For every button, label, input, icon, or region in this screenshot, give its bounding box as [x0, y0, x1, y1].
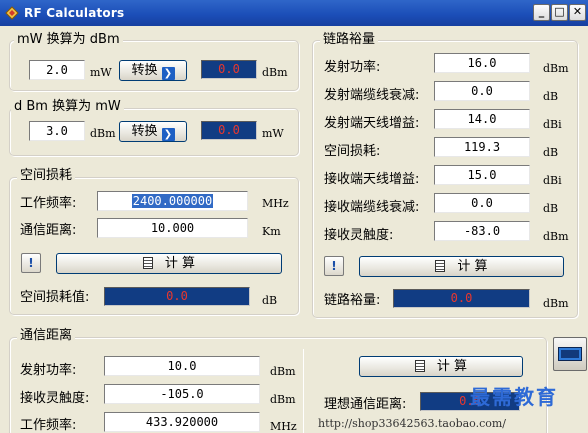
space-loss-title: 空间损耗	[17, 168, 76, 184]
comm-distance-row-unit: dBm	[270, 393, 296, 406]
watermark-logo-text: 最需教育	[470, 385, 558, 409]
link-margin-calculate-button[interactable]: 计 算	[359, 256, 564, 277]
link-margin-row-input[interactable]: -83.0	[434, 221, 530, 241]
dbm-output: 0.0	[201, 60, 257, 79]
chevron-right-icon: ❯	[161, 67, 175, 80]
link-margin-row-input[interactable]: 119.3	[434, 137, 530, 157]
help-icon: !	[331, 259, 337, 273]
mw-output: 0.0	[201, 121, 257, 140]
link-margin-row-label: 接收灵触度:	[324, 228, 394, 243]
window-title: RF Calculators	[24, 6, 125, 20]
help-icon: !	[28, 256, 34, 270]
space-loss-freq-input[interactable]: 2400.000000	[97, 191, 248, 211]
calculator-icon	[414, 360, 425, 372]
space-loss-calculate-button[interactable]: 计 算	[56, 253, 282, 274]
space-loss-result-output: 0.0	[104, 287, 250, 306]
convert-button-label: 转换	[131, 124, 158, 139]
convert-button-label: 转换	[131, 63, 158, 78]
comm-distance-row-input[interactable]: 433.920000	[104, 412, 260, 432]
link-margin-row-input[interactable]: 16.0	[434, 53, 530, 73]
section-divider	[303, 349, 304, 433]
link-margin-row-unit: dB	[543, 202, 559, 215]
link-margin-row-unit: dBi	[543, 118, 562, 131]
comm-distance-row-label: 接收灵触度:	[20, 391, 90, 406]
watermark-url: http://shop33642563.taobao.com/	[318, 417, 507, 430]
mw-to-dbm-title: mW 换算为 dBm	[14, 32, 123, 48]
space-loss-distance-label: 通信距离:	[20, 223, 77, 238]
space-loss-result-label: 空间损耗值:	[20, 290, 90, 305]
link-margin-row-label: 空间损耗:	[324, 144, 381, 159]
space-loss-distance-input[interactable]: 10.000	[97, 218, 248, 238]
title-bar: RF Calculators _ □ ✕	[0, 0, 588, 26]
comm-distance-row-input[interactable]: 10.0	[104, 356, 260, 376]
link-margin-row-input[interactable]: 15.0	[434, 165, 530, 185]
chevron-right-icon: ❯	[161, 128, 175, 141]
link-margin-result-label: 链路裕量:	[324, 293, 381, 308]
close-button[interactable]: ✕	[569, 4, 586, 21]
calculate-label: 计 算	[164, 256, 196, 271]
link-margin-row-label: 接收端缆线衰减:	[324, 200, 420, 215]
comm-distance-row-unit: dBm	[270, 365, 296, 378]
maximize-button[interactable]: □	[551, 4, 568, 21]
dbm-to-mw-convert-button[interactable]: 转换 ❯	[119, 121, 187, 142]
comm-distance-result-label: 理想通信距离:	[324, 397, 407, 412]
dbm-output-unit: dBm	[262, 66, 288, 79]
link-margin-row-unit: dBm	[543, 62, 569, 75]
mw-input[interactable]: 2.0	[29, 60, 85, 80]
rf-calculators-window: RF Calculators _ □ ✕ mW 换算为 dBm 2.0 mW 转…	[0, 0, 588, 433]
comm-distance-calculate-button[interactable]: 计 算	[359, 356, 523, 377]
link-margin-result-output: 0.0	[393, 289, 530, 308]
comm-distance-row-input[interactable]: -105.0	[104, 384, 260, 404]
link-margin-help-button[interactable]: !	[324, 256, 344, 276]
calculator-tool-button[interactable]	[553, 337, 587, 371]
space-loss-help-button[interactable]: !	[21, 253, 41, 273]
dbm-input[interactable]: 3.0	[29, 121, 85, 141]
link-margin-title: 链路裕量	[320, 32, 379, 48]
link-margin-row-input[interactable]: 0.0	[434, 81, 530, 101]
dbm-to-mw-title: d Bm 换算为 mW	[11, 99, 124, 115]
space-loss-freq-value: 2400.000000	[131, 194, 214, 208]
link-margin-row-input[interactable]: 14.0	[434, 109, 530, 129]
comm-distance-title: 通信距离	[17, 328, 76, 344]
link-margin-row-unit: dB	[543, 146, 559, 159]
link-margin-result-unit: dBm	[543, 297, 569, 310]
minimize-button[interactable]: _	[533, 4, 550, 21]
link-margin-row-unit: dBi	[543, 174, 562, 187]
comm-distance-row-unit: MHz	[270, 420, 297, 433]
link-margin-row-label: 发射端缆线衰减:	[324, 88, 420, 103]
space-loss-result-unit: dB	[262, 294, 278, 307]
link-margin-row-unit: dBm	[543, 230, 569, 243]
link-margin-row-input[interactable]: 0.0	[434, 193, 530, 213]
mw-to-dbm-convert-button[interactable]: 转换 ❯	[119, 60, 187, 81]
calculator-icon	[435, 260, 446, 272]
comm-distance-row-label: 工作频率:	[20, 418, 77, 433]
app-icon	[5, 6, 19, 20]
calculator-icon	[142, 257, 153, 269]
space-loss-distance-unit: Km	[262, 225, 281, 238]
comm-distance-row-label: 发射功率:	[20, 363, 77, 378]
calculate-label: 计 算	[457, 259, 488, 274]
calculate-label: 计 算	[436, 359, 468, 374]
space-loss-freq-unit: MHz	[262, 197, 289, 210]
mw-output-unit: mW	[262, 127, 284, 140]
link-margin-row-label: 接收端天线增益:	[324, 172, 420, 187]
dbm-input-unit: dBm	[90, 127, 116, 140]
link-margin-row-label: 发射端天线增益:	[324, 116, 420, 131]
link-margin-row-unit: dB	[543, 90, 559, 103]
link-margin-row-label: 发射功率:	[324, 60, 381, 75]
mw-input-unit: mW	[90, 66, 112, 79]
space-loss-freq-label: 工作频率:	[20, 196, 77, 211]
calculator-icon	[558, 347, 582, 361]
